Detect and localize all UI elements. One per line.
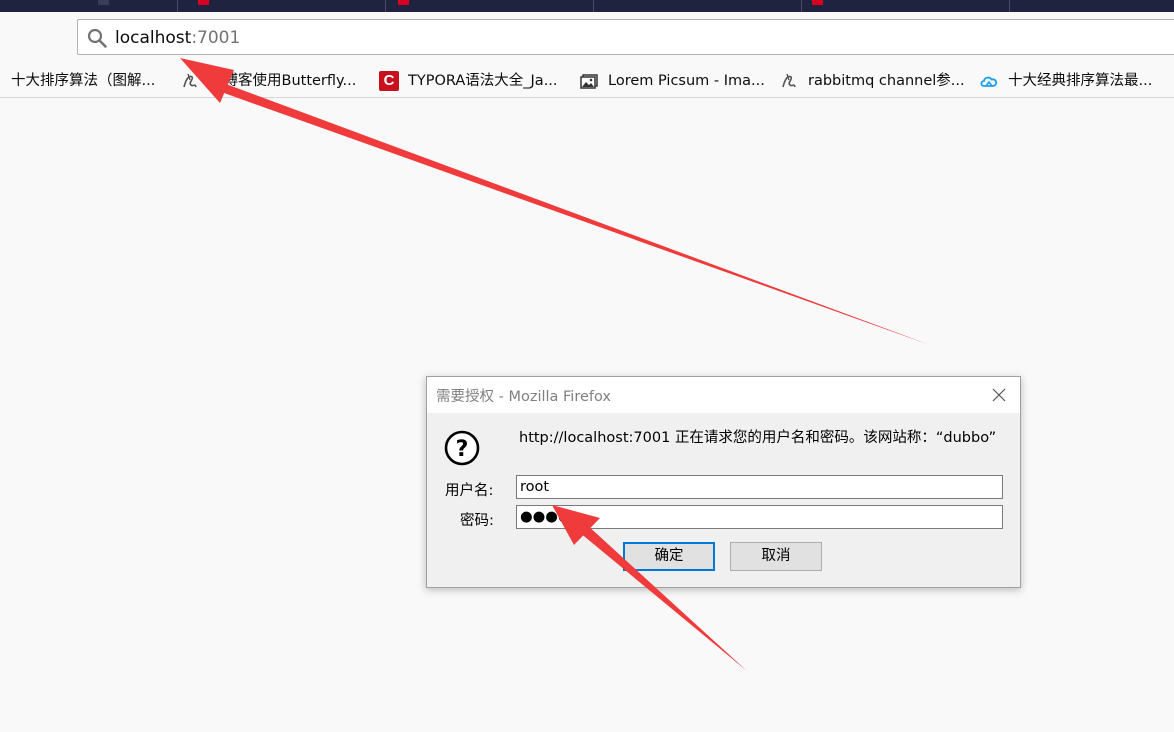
auth-dialog: 需要授权 - Mozilla Firefox ? http://localhos…	[426, 376, 1021, 588]
search-icon	[87, 28, 107, 48]
bookmark-item[interactable]: Lorem Picsum - Ima...	[579, 70, 765, 92]
bookmark-label: Lorem Picsum - Ima...	[608, 73, 765, 89]
close-button[interactable]	[982, 379, 1016, 411]
bookmark-item[interactable]: 给博客使用Butterfly...	[180, 70, 356, 92]
tab-favicon	[98, 0, 109, 5]
url-bar[interactable]: localhost:7001	[77, 19, 1174, 55]
url-port: :7001	[191, 28, 241, 48]
csdn-icon: C	[379, 71, 399, 91]
url-host: localhost	[115, 28, 192, 48]
tab[interactable]	[386, 0, 594, 12]
bookmark-label: TYPORA语法大全_Ja...	[408, 73, 558, 89]
cancel-button[interactable]: 取消	[730, 542, 822, 571]
bookmark-item[interactable]: 十大排序算法（图解...	[11, 70, 155, 92]
tab[interactable]	[0, 0, 178, 12]
tab[interactable]	[178, 0, 386, 12]
bookmark-label: rabbitmq channel参...	[808, 73, 965, 89]
tab-favicon	[812, 0, 823, 5]
password-label: 密码:	[460, 513, 494, 529]
annotation-arrows	[180, 58, 930, 671]
bookmark-label: 十大经典排序算法最...	[1008, 73, 1153, 89]
scribble-icon	[183, 73, 197, 88]
tab[interactable]	[802, 0, 1010, 12]
bookmark-item[interactable]: 十大经典排序算法最...	[979, 70, 1152, 92]
tab[interactable]	[594, 0, 802, 12]
tab-favicon	[198, 0, 209, 5]
password-field[interactable]: ●●●●	[516, 505, 1003, 529]
annotation-arrow-to-url	[224, 84, 930, 345]
image-icon	[580, 74, 598, 89]
dialog-titlebar[interactable]: 需要授权 - Mozilla Firefox	[427, 377, 1020, 413]
username-label: 用户名:	[445, 483, 494, 499]
username-field[interactable]: root	[516, 475, 1003, 499]
tab-favicon	[398, 0, 409, 5]
tab-strip	[0, 0, 1174, 12]
ok-button[interactable]: 确定	[623, 542, 715, 571]
dialog-title: 需要授权 - Mozilla Firefox	[436, 389, 612, 405]
nav-bar: localhost:7001	[0, 12, 1174, 64]
svg-text:?: ?	[456, 437, 469, 462]
url-text[interactable]: localhost:7001	[115, 27, 240, 49]
scribble-icon	[782, 73, 796, 88]
dialog-message: http://localhost:7001 正在请求您的用户名和密码。该网站称：…	[519, 430, 997, 446]
bookmark-label: 十大排序算法（图解...	[11, 73, 156, 89]
question-icon: ?	[444, 430, 480, 466]
bookmarks-toolbar: 十大排序算法（图解... 给博客使用Butterfly... C TYPORA语…	[0, 64, 1174, 98]
bookmark-item[interactable]: rabbitmq channel参...	[779, 70, 965, 92]
bookmark-item[interactable]: C TYPORA语法大全_Ja...	[379, 70, 558, 92]
cloud-icon	[980, 76, 998, 87]
bookmark-label: 给博客使用Butterfly...	[209, 73, 357, 89]
close-icon	[992, 388, 1006, 402]
